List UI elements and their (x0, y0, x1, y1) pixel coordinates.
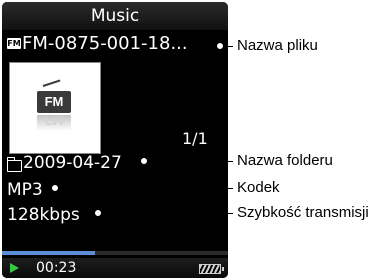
radio-icon-label: FM (44, 94, 64, 109)
player-screen: Music FM FM-0875-001-18... FM FM 1/1 200… (2, 2, 228, 278)
leader-line-folder-name (145, 161, 233, 162)
play-icon (10, 263, 19, 273)
radio-icon: FM (37, 91, 71, 113)
leader-line-codec (56, 188, 233, 189)
callout-codec: Kodek (237, 179, 280, 196)
codec: MP3 (7, 180, 43, 200)
callout-bitrate: Szybkość transmisji (237, 204, 369, 221)
folder-icon (6, 157, 22, 172)
radio-icon-reflection: FM (37, 113, 71, 131)
anchor-dot-folder-name (140, 157, 148, 165)
radio-icon-reflection-label: FM (44, 113, 64, 128)
title-bar: Music (2, 2, 228, 30)
file-name: FM-0875-001-18... (22, 33, 188, 54)
status-bar: 00:23 (2, 258, 228, 278)
battery-icon (199, 264, 224, 274)
progress-fill (2, 251, 95, 255)
bitrate: 128kbps (7, 205, 80, 225)
anchor-dot-file-name (216, 42, 224, 50)
callout-file-name: Nazwa pliku (237, 37, 318, 54)
screen-title: Music (90, 6, 140, 26)
anchor-dot-codec (51, 184, 59, 192)
leader-line-bitrate (99, 213, 233, 214)
track-position: 1/1 (182, 129, 208, 148)
progress-bar[interactable] (2, 251, 228, 255)
callout-folder-name: Nazwa folderu (237, 152, 333, 169)
fm-badge-icon: FM (7, 38, 21, 49)
anchor-dot-bitrate (94, 209, 102, 217)
folder-name: 2009-04-27 (23, 153, 122, 173)
elapsed-time: 00:23 (36, 260, 77, 276)
album-cover: FM FM (9, 62, 101, 154)
